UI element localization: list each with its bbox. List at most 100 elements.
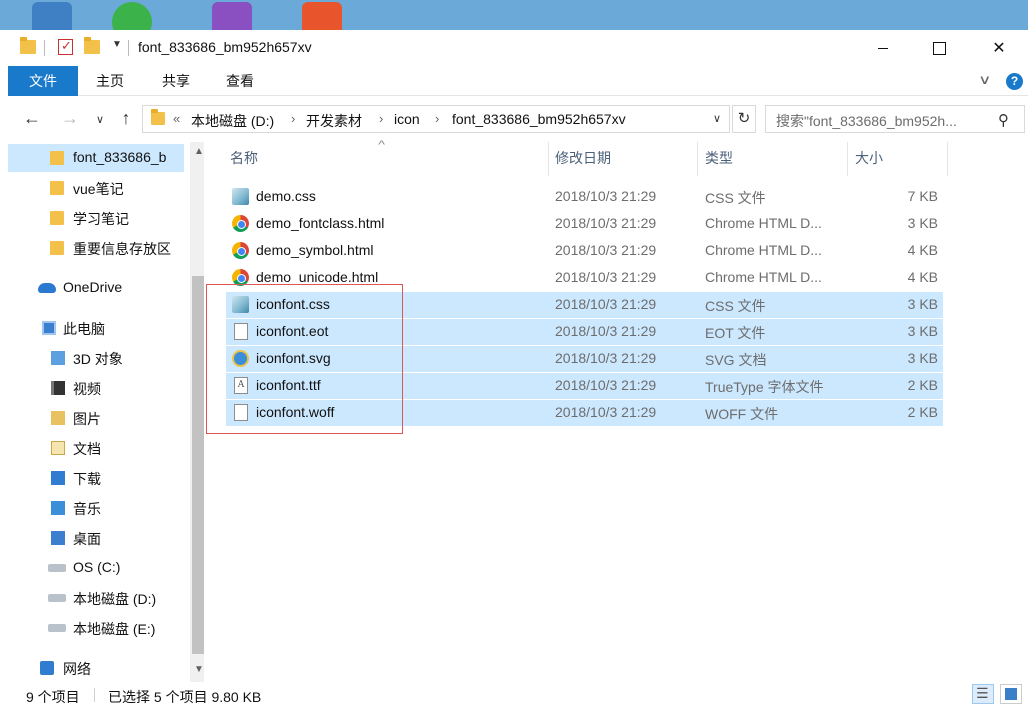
column-divider[interactable] xyxy=(947,142,948,176)
close-button[interactable]: ✕ xyxy=(976,30,1022,66)
file-row[interactable]: demo.css 2018/10/3 21:29 CSS 文件 7 KB xyxy=(226,184,943,210)
recent-locations-chevron-icon[interactable]: ∨ xyxy=(88,113,112,126)
nav-item-drive-c[interactable]: OS (C:) xyxy=(8,554,184,582)
column-divider[interactable] xyxy=(697,142,698,176)
file-type: Chrome HTML D... xyxy=(705,215,822,231)
tab-home[interactable]: 主页 xyxy=(80,66,140,96)
desktop-wechat-icon[interactable] xyxy=(112,2,152,30)
back-arrow-icon[interactable]: ← xyxy=(20,108,44,129)
scroll-down-icon[interactable]: ▼ xyxy=(194,664,204,675)
chrome-icon xyxy=(232,242,249,259)
address-bar[interactable]: « 本地磁盘 (D:) › 开发素材 › icon › font_833686_… xyxy=(142,105,730,133)
nav-item-study-notes[interactable]: 学习笔记 xyxy=(8,204,184,232)
nav-item-important-info[interactable]: 重要信息存放区 xyxy=(8,234,184,262)
minimize-button[interactable] xyxy=(860,30,906,66)
nav-item-onedrive[interactable]: OneDrive xyxy=(8,274,184,302)
file-size: 3 KB xyxy=(907,296,938,312)
nav-item-label: 桌面 xyxy=(73,531,101,547)
picture-icon xyxy=(51,411,65,425)
nav-item-pictures[interactable]: 图片 xyxy=(8,404,184,432)
nav-item-music[interactable]: 音乐 xyxy=(8,494,184,522)
details-view-button[interactable] xyxy=(972,684,994,704)
nav-item-label: vue笔记 xyxy=(73,181,124,197)
navigation-pane: font_833686_b vue笔记 学习笔记 重要信息存放区 OneDriv… xyxy=(8,142,207,682)
nav-item-label: 3D 对象 xyxy=(73,351,123,367)
file-type: EOT 文件 xyxy=(705,325,766,341)
nav-item-3d-objects[interactable]: 3D 对象 xyxy=(8,344,184,372)
column-divider[interactable] xyxy=(847,142,848,176)
column-header-type[interactable]: 类型 xyxy=(705,148,733,168)
column-header-name[interactable]: 名称 xyxy=(230,148,258,168)
desktop-app-icon[interactable] xyxy=(302,2,342,30)
file-name: demo_symbol.html xyxy=(256,242,374,258)
nav-item-drive-d[interactable]: 本地磁盘 (D:) xyxy=(8,584,184,612)
breadcrumb-separator[interactable]: › xyxy=(291,111,295,126)
maximize-button[interactable] xyxy=(916,30,962,66)
search-icon[interactable]: ⚲ xyxy=(998,111,1009,129)
nav-item-current-folder[interactable]: font_833686_b xyxy=(8,144,184,172)
nav-item-documents[interactable]: 文档 xyxy=(8,434,184,462)
nav-item-this-pc[interactable]: 此电脑 xyxy=(8,314,184,342)
expand-ribbon-chevron-icon[interactable]: ∨ xyxy=(978,72,991,88)
nav-item-desktop[interactable]: 桌面 xyxy=(8,524,184,552)
nav-item-drive-e[interactable]: 本地磁盘 (E:) xyxy=(8,614,184,642)
tab-file[interactable]: 文件 xyxy=(8,66,78,96)
refresh-icon[interactable]: ↻ xyxy=(732,105,756,133)
nav-item-downloads[interactable]: 下载 xyxy=(8,464,184,492)
large-icons-view-button[interactable] xyxy=(1000,684,1022,704)
nav-item-label: 此电脑 xyxy=(63,321,105,337)
column-divider[interactable] xyxy=(548,142,549,176)
up-arrow-icon[interactable]: ↑ xyxy=(114,108,138,129)
breadcrumb-segment[interactable]: icon xyxy=(394,111,420,127)
file-name: demo_fontclass.html xyxy=(256,215,385,231)
css-file-icon xyxy=(232,188,249,205)
file-type: Chrome HTML D... xyxy=(705,269,822,285)
address-overflow[interactable]: « xyxy=(173,111,180,126)
nav-item-videos[interactable]: 视频 xyxy=(8,374,184,402)
column-header-date[interactable]: 修改日期 xyxy=(555,148,611,168)
folder-icon xyxy=(50,241,64,255)
file-size: 3 KB xyxy=(907,350,938,366)
nav-item-label: 音乐 xyxy=(73,501,101,517)
tab-share[interactable]: 共享 xyxy=(146,66,206,96)
breadcrumb-segment[interactable]: font_833686_bm952h657xv xyxy=(452,111,626,127)
file-row[interactable]: demo_fontclass.html 2018/10/3 21:29 Chro… xyxy=(226,211,943,237)
properties-check-icon[interactable] xyxy=(58,38,73,55)
search-box[interactable]: 搜索"font_833686_bm952h... ⚲ xyxy=(765,105,1025,133)
breadcrumb-separator[interactable]: › xyxy=(435,111,439,126)
breadcrumb-separator[interactable]: › xyxy=(379,111,383,126)
desktop-visual-studio-icon[interactable] xyxy=(212,2,252,30)
status-bar: 9 个项目 已选择 5 个项目 9.80 KB xyxy=(0,682,1028,706)
breadcrumb-segment[interactable]: 本地磁盘 (D:) xyxy=(191,111,274,131)
scroll-up-icon[interactable]: ▲ xyxy=(194,146,204,157)
file-size: 7 KB xyxy=(907,188,938,204)
nav-item-label: 网络 xyxy=(63,661,91,677)
quick-access-dropdown-icon[interactable]: ▼ xyxy=(112,39,122,50)
address-dropdown-chevron-icon[interactable]: ∨ xyxy=(713,112,721,125)
folder-icon xyxy=(50,151,64,165)
file-date: 2018/10/3 21:29 xyxy=(555,269,657,285)
file-date: 2018/10/3 21:29 xyxy=(555,296,657,312)
file-row[interactable]: demo_symbol.html 2018/10/3 21:29 Chrome … xyxy=(226,238,943,264)
column-header-size[interactable]: 大小 xyxy=(855,148,883,168)
forward-arrow-icon[interactable]: → xyxy=(58,108,82,129)
file-type: Chrome HTML D... xyxy=(705,242,822,258)
file-list-pane: ^ 名称 修改日期 类型 大小 demo.css 2018/10/3 21:29… xyxy=(204,139,1028,682)
nav-item-label: 学习笔记 xyxy=(73,211,129,227)
file-name: demo_unicode.html xyxy=(256,269,379,285)
cloud-icon xyxy=(38,283,56,293)
desktop-monitor-icon[interactable] xyxy=(32,2,72,30)
music-icon xyxy=(51,501,65,515)
folder-icon xyxy=(151,109,165,125)
network-icon xyxy=(40,661,54,675)
help-icon[interactable]: ? xyxy=(1006,73,1023,90)
nav-item-vue-notes[interactable]: vue笔记 xyxy=(8,174,184,202)
drive-icon xyxy=(48,564,66,572)
breadcrumb-segment[interactable]: 开发素材 xyxy=(306,111,362,131)
tab-view[interactable]: 查看 xyxy=(210,66,270,96)
search-input[interactable]: 搜索"font_833686_bm952h... xyxy=(776,111,988,131)
toolbar-separator xyxy=(44,40,45,56)
nav-item-network[interactable]: 网络 xyxy=(8,654,184,682)
file-type: WOFF 文件 xyxy=(705,406,779,422)
new-folder-icon[interactable] xyxy=(84,37,100,54)
